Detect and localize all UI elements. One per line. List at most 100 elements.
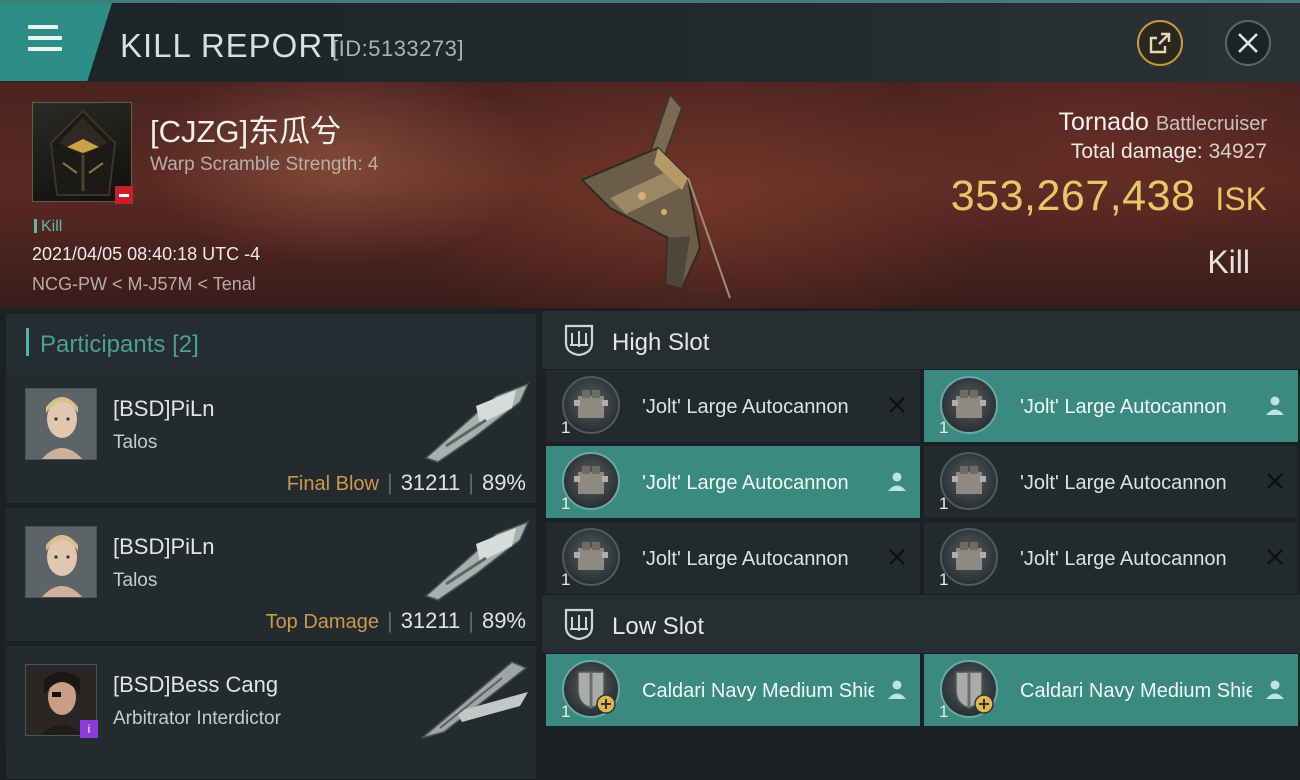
kill-result: Kill [1207,244,1250,280]
participant-damage: 31211 [400,608,461,633]
participant-percent: 89% [481,470,526,495]
module-tile[interactable]: 1 'Jolt' Large Autocannon [924,370,1298,442]
module-name: 'Jolt' Large Autocannon [1020,472,1227,494]
autocannon-icon [562,452,620,510]
ship-class: Battlecruiser [1155,113,1267,135]
module-tile[interactable]: 1 'Jolt' Large Autocannon [924,522,1298,594]
participants-panel: Participants [2] [BSD]PiLn Talos Final B… [0,308,542,780]
module-name: Caldari Navy Medium Shield ... [642,680,874,702]
final-blow-label: Final Blow [286,473,379,495]
module-name: 'Jolt' Large Autocannon [642,396,849,418]
module-quantity: 1 [561,494,571,513]
menu-button[interactable] [0,3,112,81]
participant-row[interactable]: [BSD]PiLn Talos Top Damage | 31211 | 89% [6,508,536,642]
arbitrator-ship-icon [421,661,528,739]
fitting-panel: High Slot 1 'Jolt' Large Autocannon 1 'Jolt… [542,308,1300,750]
kill-type-tag: Kill [34,218,62,236]
autocannon-icon [562,376,620,434]
close-icon [1238,33,1258,53]
module-quantity: 1 [561,570,571,589]
isk-unit: ISK [1215,181,1267,217]
hamburger-menu-icon [28,25,62,53]
kill-report-header: KILL REPORT [ID:5133273] [0,0,1300,82]
talos-ship-icon [424,382,530,463]
ship-type[interactable]: Tornado Battlecruiser [1059,108,1267,137]
character-portrait-icon [26,389,96,459]
module-tile[interactable]: 1 'Jolt' Large Autocannon [546,446,920,518]
module-name: Caldari Navy Medium Shield ... [1020,680,1252,702]
high-slot-title: High Slot [612,329,710,356]
module-name: 'Jolt' Large Autocannon [642,548,849,570]
victim-banner: [CJZG]东瓜兮 Warp Scramble Strength: 4 Kill… [0,82,1300,308]
kill-location[interactable]: NCG-PW < M-J57M < Tenal [32,274,256,295]
high-slot-header: High Slot [542,311,1300,369]
total-damage-value: 34927 [1208,140,1267,163]
module-quantity: 1 [939,418,949,437]
participant-name[interactable]: [BSD]PiLn [113,396,215,422]
autocannon-icon [940,452,998,510]
info-badge-icon: i [80,720,98,738]
kill-datetime: 2021/04/05 08:40:18 UTC -4 [32,244,261,264]
talos-ship-icon [424,520,530,601]
report-id: [ID:5133273] [332,36,464,61]
ship-name: Tornado [1058,108,1149,136]
autocannon-icon [940,376,998,434]
participant-row[interactable]: [BSD]PiLn Talos Final Blow | 31211 | 89% [6,370,536,504]
participants-header: Participants [2] [6,314,536,370]
autocannon-icon [940,528,998,586]
autocannon-icon [562,528,620,586]
participant-damage: 31211 [400,470,461,495]
module-tile[interactable]: 1 'Jolt' Large Autocannon [924,446,1298,518]
page-title: KILL REPORT [120,27,344,64]
module-tile[interactable]: 1 'Jolt' Large Autocannon [546,522,920,594]
shield-extender-icon [562,660,620,718]
module-quantity: 1 [561,702,571,721]
low-slot-icon [564,608,594,641]
character-portrait-icon [26,527,96,597]
destroyed-x-icon [886,394,908,416]
shield-extender-icon [940,660,998,718]
module-quantity: 1 [939,702,949,721]
low-slot-header: Low Slot [542,595,1300,653]
participant-avatar[interactable] [25,388,97,460]
victim-name[interactable]: [CJZG]东瓜兮 [150,106,341,151]
participant-ship: Arbitrator Interdictor [113,708,281,729]
module-name: 'Jolt' Large Autocannon [1020,396,1227,418]
ship-render[interactable] [570,88,740,303]
participant-row[interactable]: i [BSD]Bess Cang Arbitrator Interdictor [6,646,536,780]
participant-percent: 89% [481,608,526,633]
module-tile[interactable]: 1 'Jolt' Large Autocannon [546,370,920,442]
participant-avatar[interactable] [25,526,97,598]
total-damage-label: Total damage: [1070,140,1203,163]
destroyed-x-icon [1264,546,1286,568]
participant-ship: Talos [113,432,158,453]
participant-stats: Final Blow | 31211 | 89% [286,470,526,495]
module-quantity: 1 [939,494,949,513]
dropped-pilot-icon [886,470,908,492]
destroyed-x-icon [1264,470,1286,492]
module-tile[interactable]: 1 Caldari Navy Medium Shield ... [924,654,1298,726]
share-icon [1149,32,1171,54]
total-damage: Total damage: 34927 [1071,140,1267,164]
participant-ship: Talos [113,570,158,591]
destroyed-x-icon [886,546,908,568]
dropped-pilot-icon [1264,394,1286,416]
isk-value: 353,267,438 ISK [951,172,1267,221]
module-quantity: 1 [561,418,571,437]
participant-name[interactable]: [BSD]PiLn [113,534,215,560]
participants-title: Participants [40,331,166,358]
close-button[interactable] [1225,20,1271,66]
participant-name[interactable]: [BSD]Bess Cang [113,672,278,698]
module-name: 'Jolt' Large Autocannon [642,472,849,494]
low-slot-title: Low Slot [612,613,705,640]
module-quantity: 1 [939,570,949,589]
top-damage-label: Top Damage [265,611,379,633]
dropped-pilot-icon [1264,678,1286,700]
dropped-pilot-icon [886,678,908,700]
standing-flag-icon [115,186,133,204]
isk-amount: 353,267,438 [950,172,1196,220]
share-button[interactable] [1137,20,1183,66]
module-tile[interactable]: 1 Caldari Navy Medium Shield ... [546,654,920,726]
participants-count: [2] [172,331,199,358]
high-slot-icon [564,324,594,357]
